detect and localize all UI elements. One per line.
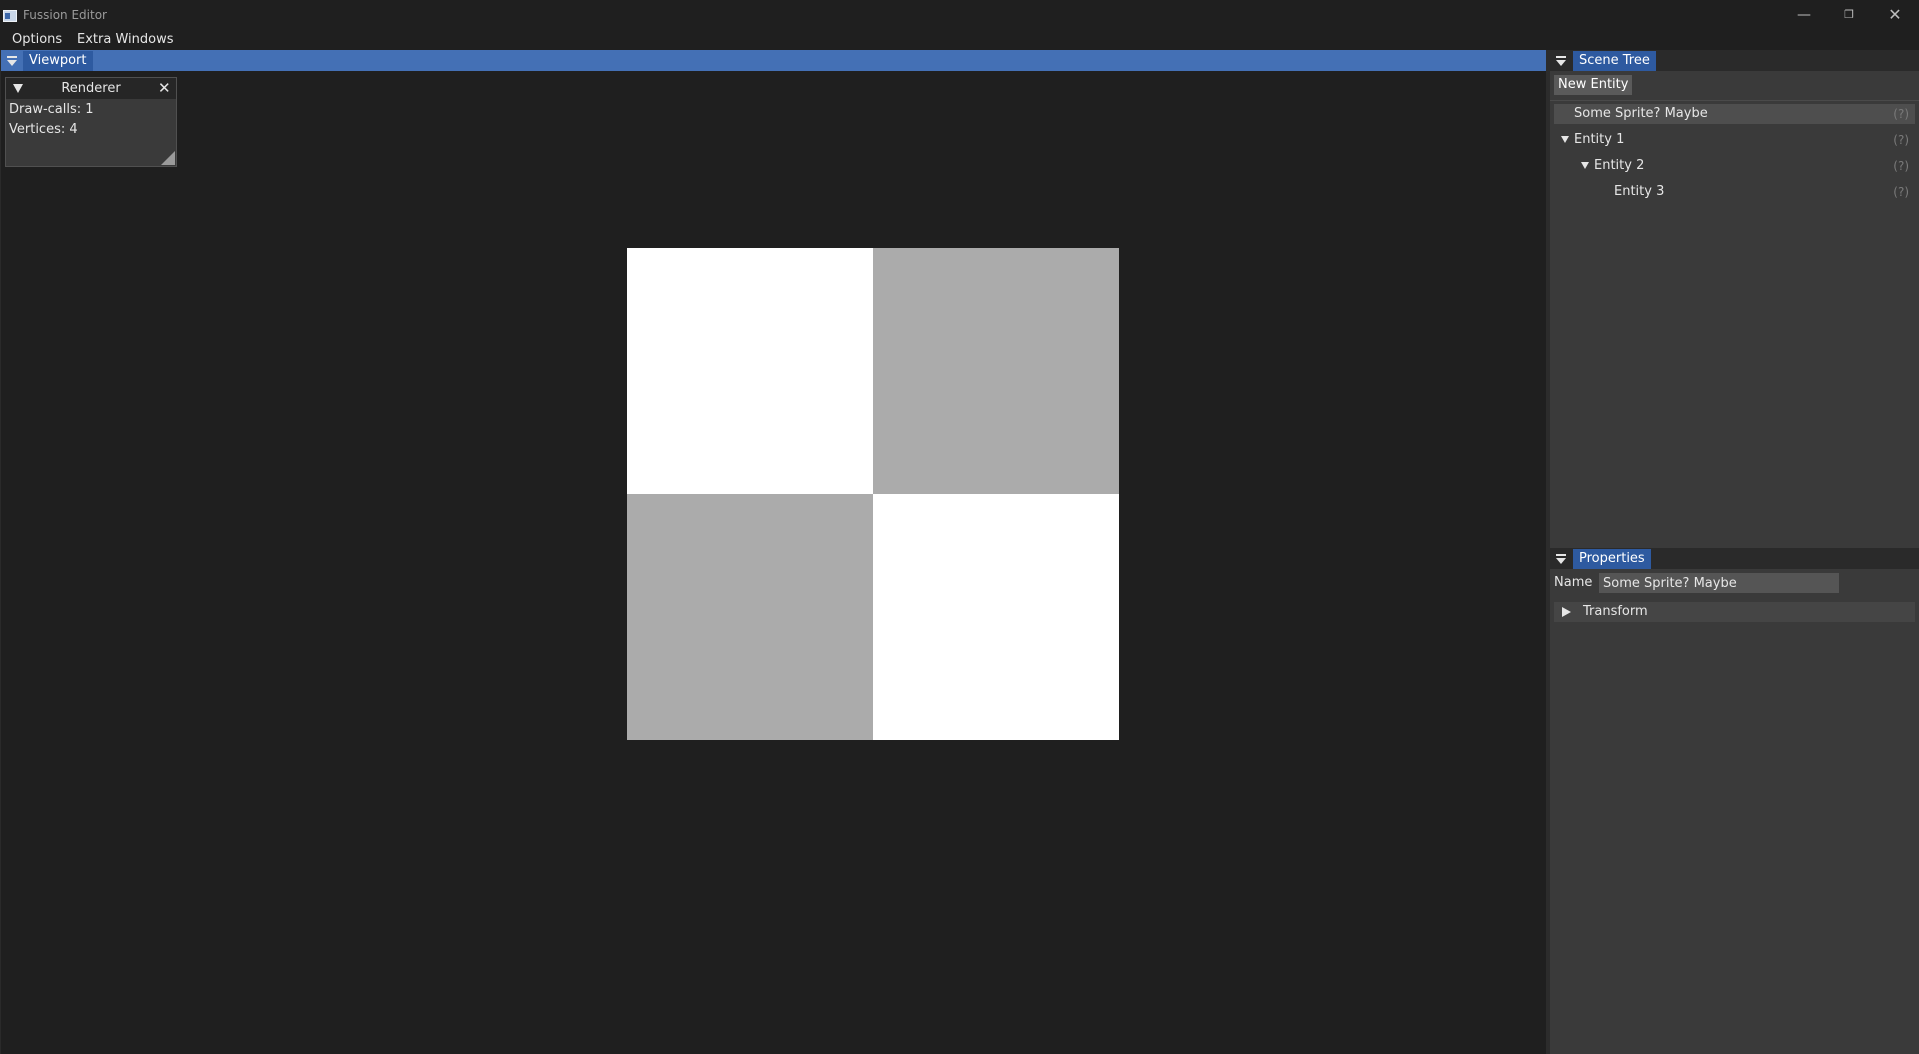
scene-tree-header: Scene Tree [1550,50,1919,71]
sprite-checkerboard [627,248,1119,740]
transform-label: Transform [1583,604,1648,619]
tree-item-entity-2[interactable]: Entity 2 (?) [1554,156,1915,176]
title-bar: Fussion Editor — ❐ ✕ [0,0,1919,30]
viewport-header: Viewport [1,50,1547,71]
help-marker[interactable]: (?) [1893,182,1909,202]
scene-tree-panel: Scene Tree New Entity Some Sprite? Maybe… [1550,50,1919,548]
viewport-panel: Viewport [0,50,1547,1054]
close-icon[interactable]: ✕ [158,79,171,97]
vertices-stat: Vertices: 4 [9,122,78,137]
dock-menu-icon[interactable] [1554,54,1568,67]
app-icon [3,10,17,22]
transform-section-header[interactable]: Transform [1554,602,1915,622]
tree-item-label: Some Sprite? Maybe [1574,106,1708,121]
window-title: Fussion Editor [23,8,107,22]
name-label: Name [1554,575,1593,590]
renderer-window[interactable]: Renderer ✕ Draw-calls: 1 Vertices: 4 [5,77,177,167]
sprite-tile-bottom-left [627,494,873,740]
tab-properties[interactable]: Properties [1573,549,1651,569]
properties-header: Properties [1550,548,1919,569]
divider [1550,100,1919,101]
menu-bar: Options Extra Windows [0,29,1919,50]
help-marker[interactable]: (?) [1893,156,1909,176]
tree-item-some-sprite[interactable]: Some Sprite? Maybe (?) [1554,104,1915,124]
help-marker[interactable]: (?) [1893,104,1909,124]
properties-panel: Properties Name Transform [1550,548,1919,1054]
tree-item-entity-1[interactable]: Entity 1 (?) [1554,130,1915,150]
expand-arrow-icon[interactable] [1562,607,1571,617]
expand-arrow-icon[interactable] [1581,162,1589,169]
menu-extra-windows[interactable]: Extra Windows [77,32,173,47]
menu-options[interactable]: Options [12,32,62,47]
new-entity-button[interactable]: New Entity [1554,75,1633,95]
dock-menu-icon[interactable] [1554,552,1568,565]
minimize-button[interactable]: — [1789,4,1819,26]
name-field[interactable] [1599,573,1839,593]
tree-item-label: Entity 1 [1574,132,1625,147]
help-marker[interactable]: (?) [1893,130,1909,150]
tab-scene-tree[interactable]: Scene Tree [1573,51,1656,71]
tree-item-entity-3[interactable]: Entity 3 (?) [1554,182,1915,202]
renderer-title: Renderer [61,81,121,96]
tree-item-label: Entity 3 [1614,184,1665,199]
close-window-button[interactable]: ✕ [1880,4,1910,26]
dock-menu-icon[interactable] [5,54,19,67]
sprite-tile-bottom-right [873,494,1119,740]
resize-grip-icon[interactable] [161,151,175,165]
tree-item-label: Entity 2 [1594,158,1645,173]
tab-viewport[interactable]: Viewport [23,51,93,71]
expand-arrow-icon[interactable] [1561,136,1569,143]
sprite-tile-top-left [627,248,873,494]
renderer-header[interactable]: Renderer ✕ [6,78,176,99]
maximize-button[interactable]: ❐ [1834,4,1864,26]
draw-calls-stat: Draw-calls: 1 [9,102,94,117]
sprite-tile-top-right [873,248,1119,494]
